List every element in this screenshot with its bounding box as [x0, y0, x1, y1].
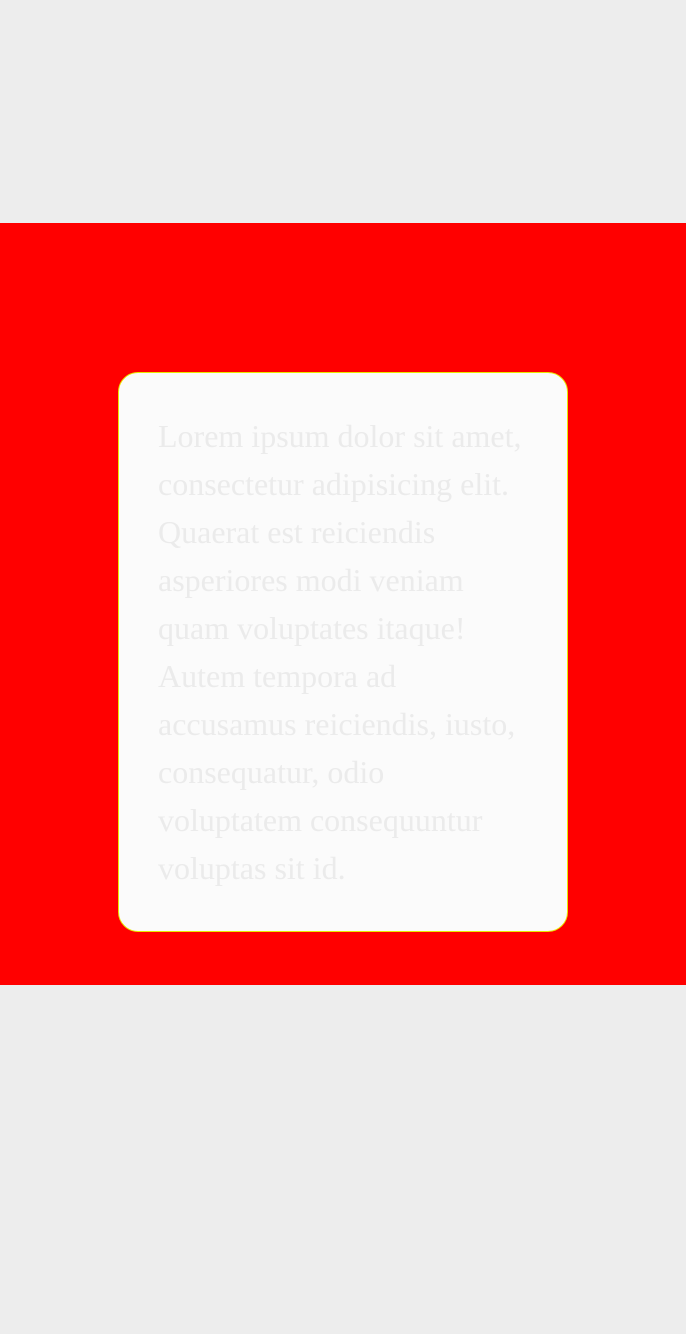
card-paragraph: Lorem ipsum dolor sit amet, consectetur …	[158, 418, 522, 886]
text-card: Lorem ipsum dolor sit amet, consectetur …	[118, 372, 568, 932]
